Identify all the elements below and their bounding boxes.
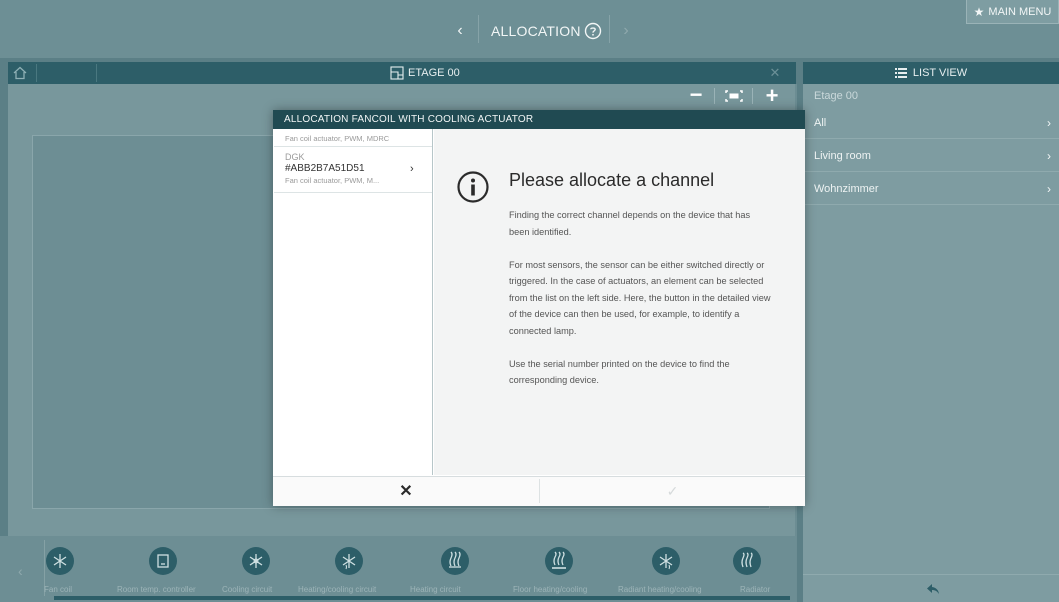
divider xyxy=(274,192,432,193)
floor-plan-icon xyxy=(390,66,404,80)
divider xyxy=(96,64,97,82)
device-description[interactable]: Fan coil actuator, PWM, M... xyxy=(285,175,407,186)
chevron-right-icon: › xyxy=(1047,116,1051,130)
home-icon[interactable] xyxy=(10,63,30,83)
chevron-right-icon: › xyxy=(1047,149,1051,163)
info-icon xyxy=(456,170,490,204)
thermostat-icon[interactable] xyxy=(149,547,177,575)
close-icon[interactable]: ✕ xyxy=(760,62,790,84)
zoom-in-button[interactable]: + xyxy=(754,84,790,108)
message-paragraph: Finding the correct channel depends on t… xyxy=(509,210,751,237)
divider xyxy=(478,15,479,43)
divider xyxy=(609,15,610,43)
divider xyxy=(752,88,753,104)
radiator-icon[interactable] xyxy=(733,547,761,575)
floor-heating-icon[interactable] xyxy=(545,547,573,575)
message-paragraph: Use the serial number printed on the dev… xyxy=(509,358,730,386)
device-type[interactable]: DGK xyxy=(285,151,305,163)
main-menu-button[interactable]: ★ MAIN MENU xyxy=(966,0,1059,24)
device-label: Radiator xyxy=(740,585,771,594)
device-label: Cooling circuit xyxy=(222,585,273,594)
radiant-icon[interactable] xyxy=(652,547,680,575)
device-label: Room temp. controller xyxy=(117,585,196,594)
divider xyxy=(36,64,37,82)
fan-coil-icon[interactable] xyxy=(46,547,74,575)
main-menu-label: MAIN MENU xyxy=(988,5,1052,18)
list-item-label: Wohnzimmer xyxy=(814,183,879,195)
list-icon xyxy=(894,68,907,78)
message-paragraph: For most sensors, the sensor can be eith… xyxy=(509,259,771,336)
chevron-left-icon[interactable]: ‹ xyxy=(450,20,470,42)
list-view-header[interactable]: LIST VIEW xyxy=(803,62,1059,84)
device-label: Heating/cooling circuit xyxy=(298,585,377,594)
device-serial[interactable]: #ABB2B7A51D51 xyxy=(285,163,365,175)
device-strip-scrollbar[interactable] xyxy=(54,596,790,600)
heating-icon[interactable] xyxy=(441,547,469,575)
list-item-label: Living room xyxy=(814,150,871,162)
chevron-left-icon[interactable]: ‹ xyxy=(18,560,32,582)
page-title: ALLOCATION xyxy=(491,23,581,39)
divider xyxy=(274,146,432,147)
chevron-right-icon[interactable]: › xyxy=(616,20,636,42)
floor-title: ETAGE 00 xyxy=(408,67,460,79)
chevron-right-icon[interactable]: › xyxy=(410,161,422,177)
device-label: Radiant heating/cooling xyxy=(618,585,702,594)
divider xyxy=(714,88,715,104)
device-label: Heating circuit xyxy=(410,585,461,594)
chevron-right-icon: › xyxy=(1047,182,1051,196)
list-floor-label: Etage 00 xyxy=(814,90,859,102)
zoom-out-button[interactable]: − xyxy=(678,84,714,108)
cancel-button[interactable]: ✕ xyxy=(273,477,539,506)
dialog-title: ALLOCATION FANCOIL WITH COOLING ACTUATOR xyxy=(273,110,805,129)
help-circle-icon[interactable] xyxy=(584,22,602,40)
list-view-label: LIST VIEW xyxy=(912,67,968,79)
star-icon: ★ xyxy=(973,4,985,19)
list-item-wohnzimmer[interactable]: Wohnzimmer › xyxy=(803,173,1059,205)
confirm-button[interactable]: ✓ xyxy=(540,477,805,506)
message-body: Finding the correct channel depends on t… xyxy=(509,207,771,405)
fit-screen-icon[interactable] xyxy=(716,84,752,108)
list-item-living-room[interactable]: Living room › xyxy=(803,140,1059,172)
back-arrow-icon[interactable] xyxy=(926,582,940,596)
list-item-label: All xyxy=(814,117,827,129)
heating-cooling-icon[interactable] xyxy=(335,547,363,575)
cooling-icon[interactable] xyxy=(242,547,270,575)
device-label: Fan coil xyxy=(44,585,73,594)
device-label: Floor heating/cooling xyxy=(513,585,588,594)
message-title: Please allocate a channel xyxy=(509,170,715,190)
device-list-item[interactable]: Fan coil actuator, PWM, MDRC xyxy=(285,133,425,144)
list-item-all[interactable]: All › xyxy=(803,107,1059,139)
